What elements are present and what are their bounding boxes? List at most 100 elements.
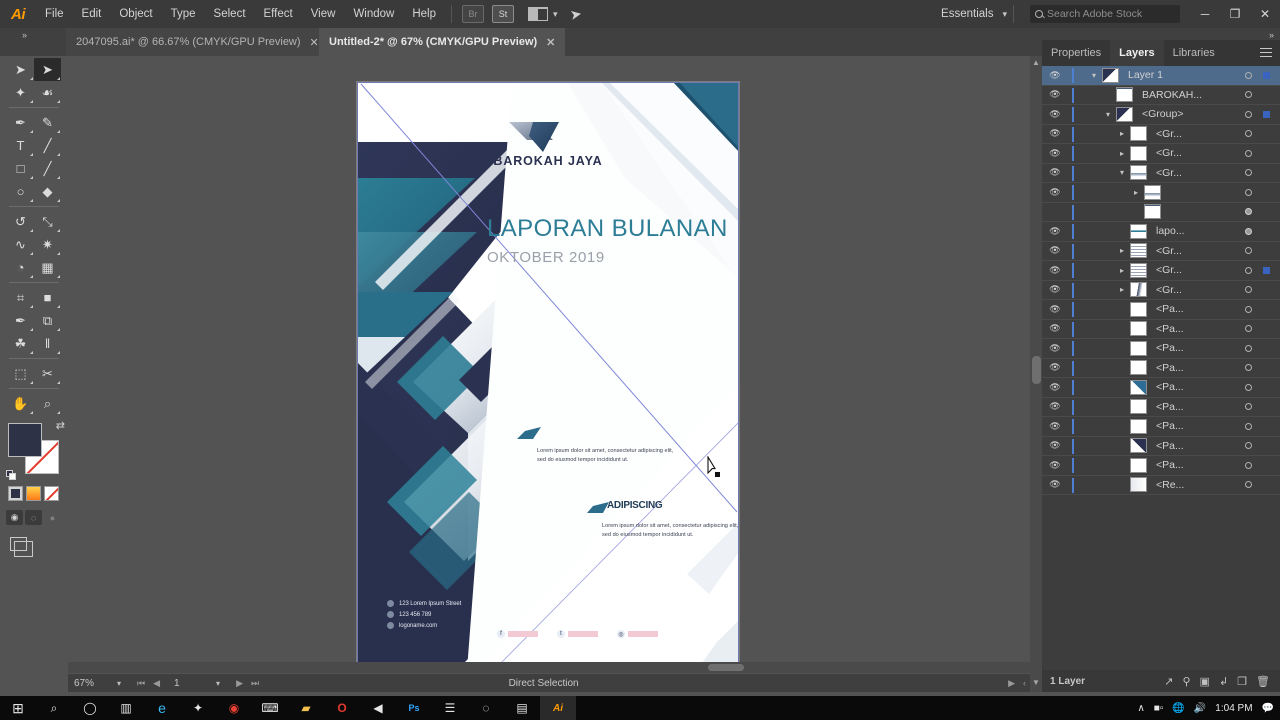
horizontal-scroll-thumb[interactable] xyxy=(708,664,744,671)
disclosure-triangle-icon[interactable]: ▾ xyxy=(1100,110,1116,119)
slice-tool[interactable]: ✂ xyxy=(34,362,61,385)
visibility-icon[interactable]: 👁 xyxy=(1042,479,1068,490)
edge-icon[interactable]: e xyxy=(144,696,180,720)
delete-layer-icon[interactable]: 🗑 xyxy=(1256,675,1270,688)
chrome-icon[interactable]: ◉ xyxy=(216,696,252,720)
cortana-icon[interactable]: ◯ xyxy=(72,696,108,720)
draw-behind-icon[interactable]: ◌ xyxy=(25,510,42,525)
menu-view[interactable]: View xyxy=(302,0,345,28)
canvas-area[interactable]: BAROKAH JAYA LAPORAN BULANAN OKTOBER 201… xyxy=(68,56,1030,674)
menu-help[interactable]: Help xyxy=(403,0,445,28)
opera-icon[interactable]: O xyxy=(324,696,360,720)
layer-row[interactable]: 👁 ▾ <Gr... xyxy=(1042,164,1280,183)
paintbrush-tool[interactable]: ╱ xyxy=(34,157,61,180)
line-segment-tool[interactable]: ╱ xyxy=(34,134,61,157)
visibility-icon[interactable]: 👁 xyxy=(1042,401,1068,412)
target-indicator-icon[interactable] xyxy=(1245,169,1252,177)
visibility-icon[interactable]: 👁 xyxy=(1042,362,1068,373)
layer-row[interactable]: 👁 ▸ <Gr... xyxy=(1042,281,1280,300)
clock[interactable]: 1:04 PM xyxy=(1215,703,1252,714)
minimize-button[interactable]: ─ xyxy=(1190,0,1220,28)
menu-select[interactable]: Select xyxy=(205,0,255,28)
target-indicator-icon[interactable] xyxy=(1245,305,1252,313)
target-indicator-icon[interactable] xyxy=(1245,208,1252,216)
layer-row[interactable]: 👁 <Pa... xyxy=(1042,456,1280,476)
draw-normal-icon[interactable]: ◉ xyxy=(6,510,23,525)
media-player-icon[interactable]: ◀ xyxy=(360,696,396,720)
lasso-tool[interactable]: ☙ xyxy=(34,81,61,104)
free-transform-tool[interactable]: ✷ xyxy=(34,233,61,256)
close-button[interactable]: ✕ xyxy=(1250,0,1280,28)
chevron-down-icon[interactable]: ▾ xyxy=(117,679,121,688)
layer-row[interactable]: 👁 <Pa... xyxy=(1042,437,1280,456)
disc-icon[interactable]: ◌ xyxy=(468,696,504,720)
target-indicator-icon[interactable] xyxy=(1245,481,1252,489)
rectangle-tool[interactable]: □ xyxy=(7,157,34,180)
layer-row[interactable]: 👁 BAROKAH... xyxy=(1042,86,1280,105)
disclosure-triangle-icon[interactable]: ▾ xyxy=(1114,168,1130,177)
network-offline-icon[interactable]: 🌐 xyxy=(1172,703,1184,714)
target-indicator-icon[interactable] xyxy=(1245,149,1252,157)
rotate-tool[interactable]: ↺ xyxy=(7,210,34,233)
collapse-panel-icon[interactable]: » xyxy=(22,30,27,40)
start-button[interactable]: ⊞ xyxy=(0,696,36,720)
width-tool[interactable]: ∿ xyxy=(7,233,34,256)
close-icon[interactable]: ✕ xyxy=(310,36,319,49)
locate-object-icon[interactable]: ↗ xyxy=(1164,675,1173,688)
layer-row[interactable]: 👁 <Re... xyxy=(1042,476,1280,495)
visibility-icon[interactable]: 👁 xyxy=(1042,421,1068,432)
prev-artboard-button[interactable]: ◀ xyxy=(149,678,164,689)
visibility-icon[interactable]: 👁 xyxy=(1042,343,1068,354)
file-explorer-icon[interactable]: ▰ xyxy=(288,696,324,720)
gradient-mode-button[interactable] xyxy=(26,486,41,501)
monitor-icon[interactable]: ▤ xyxy=(504,696,540,720)
social-item[interactable]: t xyxy=(557,630,598,638)
search-icon[interactable]: ⌕ xyxy=(36,696,72,720)
visibility-icon[interactable]: 👁 xyxy=(1042,167,1068,178)
selection-tool[interactable]: ➤ xyxy=(7,58,34,81)
target-indicator-icon[interactable] xyxy=(1245,344,1252,352)
target-indicator-icon[interactable] xyxy=(1245,442,1252,450)
change-screen-mode-icon[interactable] xyxy=(10,537,33,557)
new-layer-icon[interactable]: ❐ xyxy=(1237,675,1247,688)
visibility-icon[interactable]: 👁 xyxy=(1042,109,1068,120)
zoom-level-field[interactable]: 67% xyxy=(68,678,113,689)
default-fill-stroke-icon[interactable] xyxy=(6,470,17,481)
layer-row[interactable]: 👁 <Pa... xyxy=(1042,417,1280,437)
disclosure-triangle-icon[interactable]: ▸ xyxy=(1114,285,1130,294)
new-sublayer-icon[interactable]: ↲ xyxy=(1219,675,1228,688)
layer-row[interactable]: 👁 ▾ Layer 1 xyxy=(1042,66,1280,86)
action-center-icon[interactable]: 💬 xyxy=(1262,703,1274,714)
target-indicator-icon[interactable] xyxy=(1245,110,1252,118)
visibility-icon[interactable]: 👁 xyxy=(1042,304,1068,315)
disclosure-triangle-icon[interactable]: ▸ xyxy=(1114,246,1130,255)
menu-effect[interactable]: Effect xyxy=(255,0,302,28)
target-indicator-icon[interactable] xyxy=(1245,364,1252,372)
visibility-icon[interactable]: 👁 xyxy=(1042,382,1068,393)
tab-properties[interactable]: Properties xyxy=(1042,40,1110,66)
hand-tool[interactable]: ✋ xyxy=(7,392,34,415)
status-menu-icon[interactable]: ▶ xyxy=(1004,678,1019,689)
target-indicator-icon[interactable] xyxy=(1245,383,1252,391)
menu-window[interactable]: Window xyxy=(344,0,403,28)
mesh-tool[interactable]: ⌗ xyxy=(7,286,34,309)
make-clipping-mask-icon[interactable]: ▣ xyxy=(1200,675,1210,688)
layer-row[interactable]: 👁 <Pa... xyxy=(1042,300,1280,320)
visibility-icon[interactable]: 👁 xyxy=(1042,284,1068,295)
layer-row[interactable]: 👁 <Pa... xyxy=(1042,320,1280,339)
next-artboard-button[interactable]: ▶ xyxy=(232,678,247,689)
menu-object[interactable]: Object xyxy=(110,0,161,28)
target-indicator-icon[interactable] xyxy=(1245,71,1252,79)
first-artboard-button[interactable]: ⏮ xyxy=(133,678,149,689)
antivirus-icon[interactable]: ✦ xyxy=(180,696,216,720)
symbol-sprayer-tool[interactable]: ☘ xyxy=(7,332,34,355)
fill-color-swatch[interactable] xyxy=(8,423,42,457)
stock-button[interactable]: St xyxy=(492,5,514,23)
curvature-tool[interactable]: ✎ xyxy=(34,111,61,134)
show-hidden-icons-icon[interactable]: ∧ xyxy=(1137,703,1144,714)
target-indicator-icon[interactable] xyxy=(1245,247,1252,255)
perspective-grid-tool[interactable]: ▦ xyxy=(34,256,61,279)
none-mode-button[interactable] xyxy=(44,486,59,501)
target-indicator-icon[interactable] xyxy=(1245,461,1252,469)
target-indicator-icon[interactable] xyxy=(1245,286,1252,294)
